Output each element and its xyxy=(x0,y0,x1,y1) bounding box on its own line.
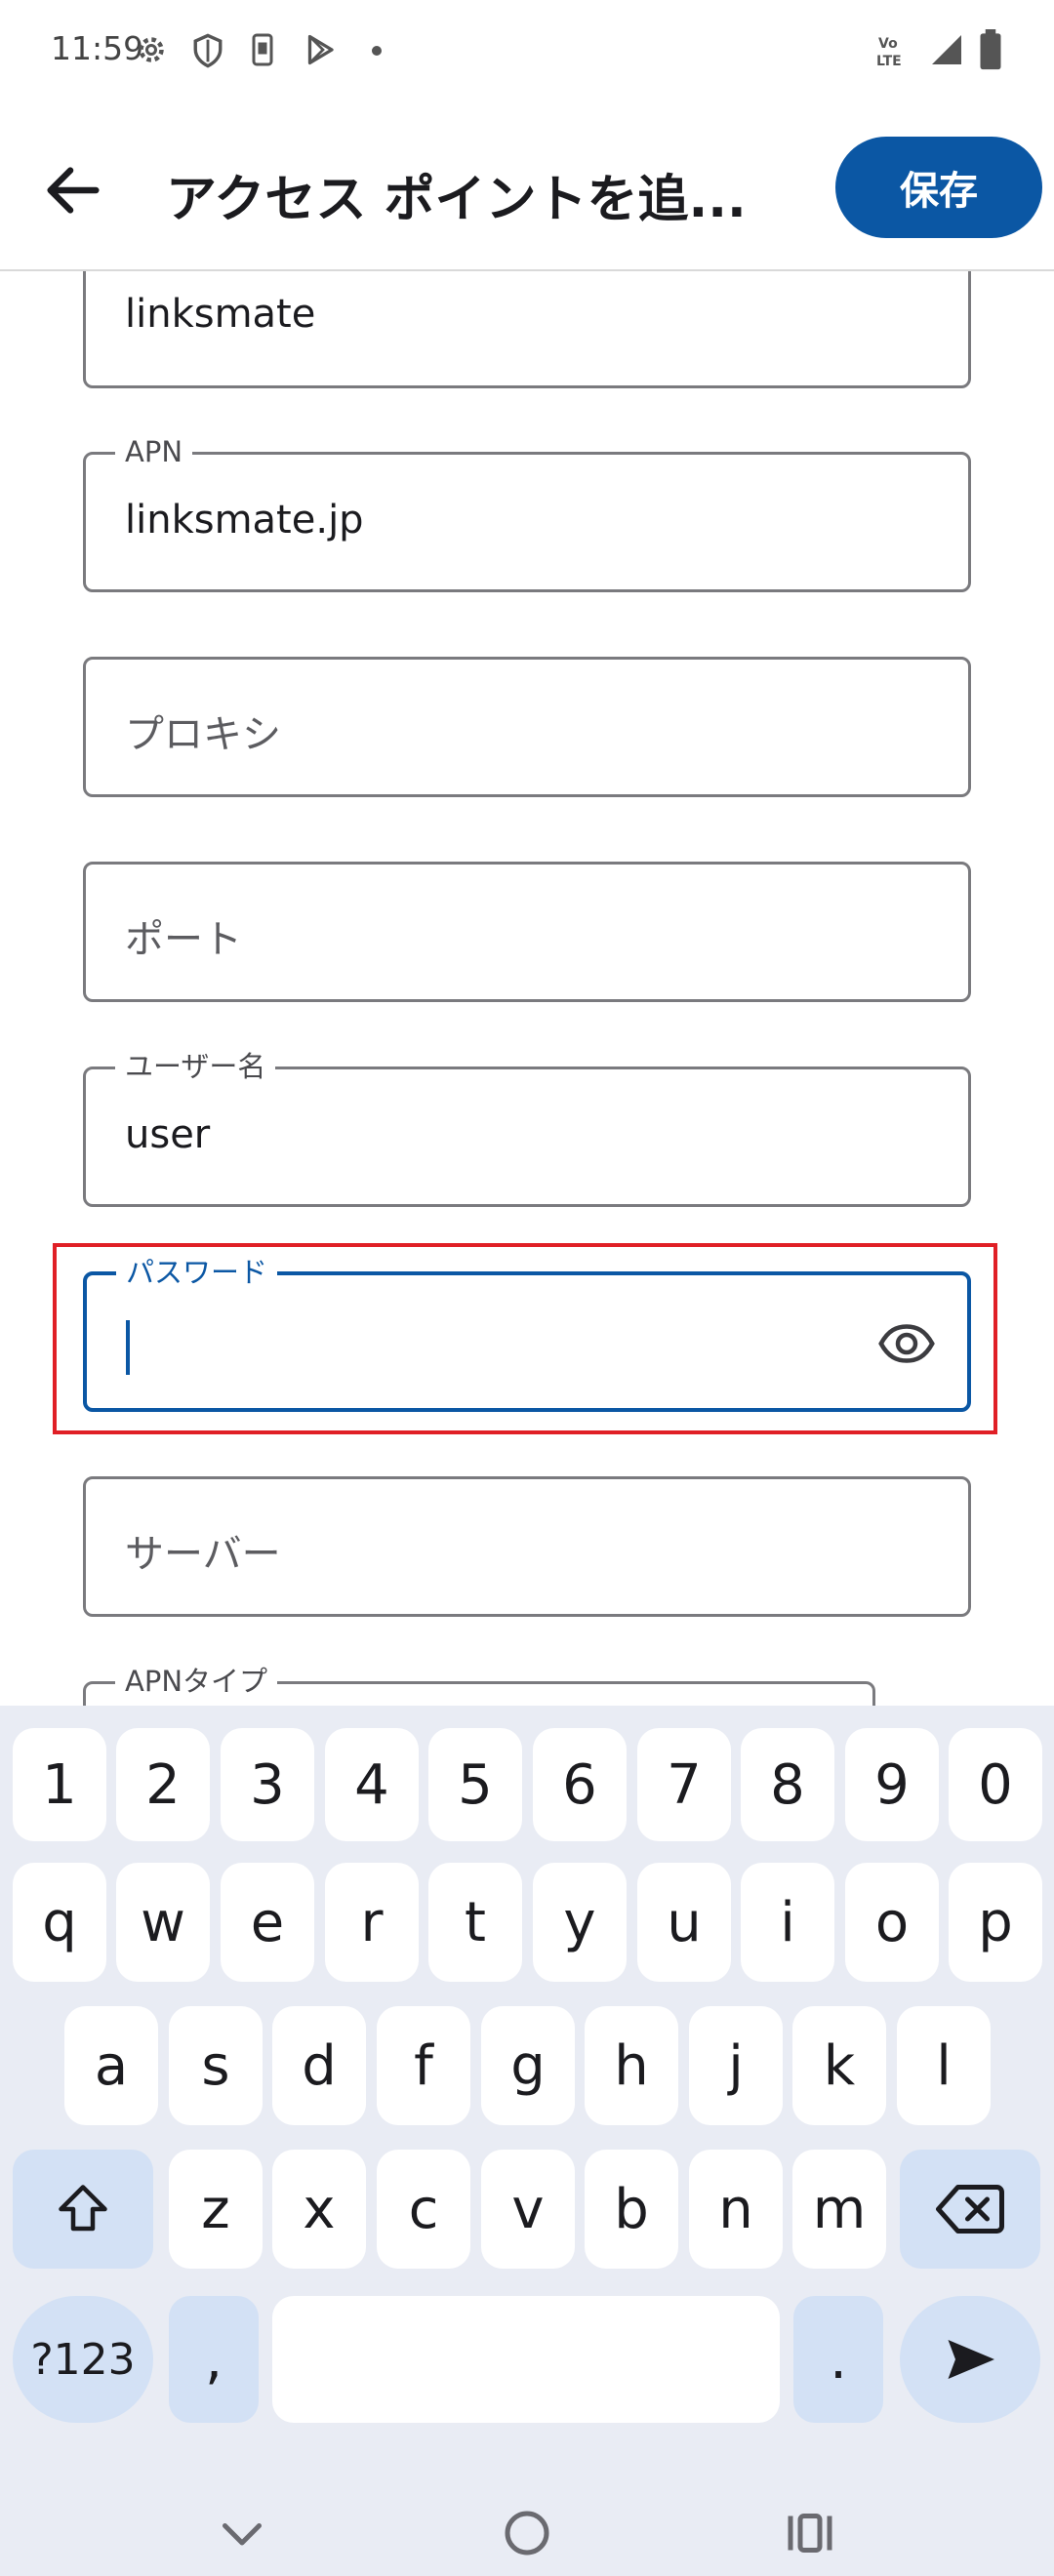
key-7[interactable]: 7 xyxy=(637,1728,731,1841)
key-0[interactable]: 0 xyxy=(949,1728,1042,1841)
key-5[interactable]: 5 xyxy=(428,1728,522,1841)
svg-text:Vo: Vo xyxy=(878,36,898,52)
send-icon xyxy=(948,2340,994,2379)
shield-icon xyxy=(193,33,223,68)
key-k[interactable]: k xyxy=(792,2006,886,2125)
key-r[interactable]: r xyxy=(325,1863,419,1982)
server-field-placeholder: サーバー xyxy=(125,1532,281,1577)
sim-icon xyxy=(252,33,273,66)
key-2[interactable]: 2 xyxy=(116,1728,210,1841)
chevron-down-icon[interactable] xyxy=(213,2504,271,2562)
recents-icon[interactable] xyxy=(781,2504,839,2562)
key-h[interactable]: h xyxy=(585,2006,678,2125)
comma-key[interactable]: , xyxy=(169,2296,259,2423)
key-n[interactable]: n xyxy=(689,2150,783,2269)
dot-icon xyxy=(372,46,382,56)
key-d[interactable]: d xyxy=(272,2006,366,2125)
proxy-field[interactable]: プロキシ xyxy=(83,657,971,797)
username-field-value: user xyxy=(125,1112,211,1157)
port-field[interactable]: ポート xyxy=(83,862,971,1002)
key-f[interactable]: f xyxy=(377,2006,470,2125)
send-key[interactable] xyxy=(900,2296,1040,2423)
key-m[interactable]: m xyxy=(792,2150,886,2269)
save-button[interactable]: 保存 xyxy=(835,137,1042,238)
server-field[interactable]: サーバー xyxy=(83,1476,971,1617)
password-field-highlight xyxy=(53,1243,997,1434)
page-title: アクセス ポイントを追... xyxy=(166,171,747,229)
key-o[interactable]: o xyxy=(845,1863,939,1982)
key-u[interactable]: u xyxy=(637,1863,731,1982)
key-w[interactable]: w xyxy=(116,1863,210,1982)
symbols-key[interactable]: ?123 xyxy=(13,2296,153,2423)
username-field-label: ユーザー名 xyxy=(115,1050,276,1083)
signal-icon xyxy=(932,35,961,64)
app-bar: アクセス ポイントを追... 保存 xyxy=(0,107,1054,271)
backspace-icon xyxy=(936,2185,1004,2234)
key-g[interactable]: g xyxy=(481,2006,575,2125)
key-8[interactable]: 8 xyxy=(741,1728,834,1841)
key-x[interactable]: x xyxy=(272,2150,366,2269)
key-c[interactable]: c xyxy=(377,2150,470,2269)
key-p[interactable]: p xyxy=(949,1863,1042,1982)
proxy-field-placeholder: プロキシ xyxy=(125,712,281,757)
key-3[interactable]: 3 xyxy=(221,1728,314,1841)
back-arrow-icon[interactable] xyxy=(39,156,107,224)
username-field[interactable]: ユーザー名 user xyxy=(83,1050,971,1207)
navigation-bar xyxy=(0,2490,1054,2576)
status-bar: 11:59 Vo LTE xyxy=(0,0,1054,107)
battery-icon xyxy=(980,29,1001,70)
key-t[interactable]: t xyxy=(428,1863,522,1982)
key-v[interactable]: v xyxy=(481,2150,575,2269)
svg-text:LTE: LTE xyxy=(876,54,902,69)
shift-key[interactable] xyxy=(13,2150,153,2269)
play-store-icon xyxy=(307,34,334,65)
key-a[interactable]: a xyxy=(64,2006,158,2125)
name-field-value: linksmate xyxy=(125,292,316,337)
apn-field[interactable]: APN linksmate.jp xyxy=(83,435,971,592)
key-y[interactable]: y xyxy=(533,1863,627,1982)
port-field-placeholder: ポート xyxy=(125,917,242,962)
key-b[interactable]: b xyxy=(585,2150,678,2269)
on-screen-keyboard: 1 2 3 4 5 6 7 8 9 0 q w e r t y u i o p … xyxy=(0,1706,1054,2490)
key-9[interactable]: 9 xyxy=(845,1728,939,1841)
apn-field-label: APN xyxy=(115,435,193,468)
home-circle-icon[interactable] xyxy=(498,2504,556,2562)
key-j[interactable]: j xyxy=(689,2006,783,2125)
gear-icon xyxy=(139,37,164,62)
space-key[interactable] xyxy=(272,2296,780,2423)
backspace-key[interactable] xyxy=(900,2150,1040,2269)
key-i[interactable]: i xyxy=(741,1863,834,1982)
status-time: 11:59 xyxy=(51,29,144,67)
key-z[interactable]: z xyxy=(169,2150,263,2269)
key-1[interactable]: 1 xyxy=(13,1728,106,1841)
apn-field-value: linksmate.jp xyxy=(125,498,364,543)
key-e[interactable]: e xyxy=(221,1863,314,1982)
key-6[interactable]: 6 xyxy=(533,1728,627,1841)
apn-form: linksmate APN linksmate.jp プロキシ ポート ユーザー… xyxy=(0,271,1054,1706)
key-l[interactable]: l xyxy=(897,2006,991,2125)
apn-type-field[interactable]: APNタイプ xyxy=(83,1665,875,1706)
key-q[interactable]: q xyxy=(13,1863,106,1982)
name-field[interactable]: linksmate xyxy=(83,271,971,388)
key-s[interactable]: s xyxy=(169,2006,263,2125)
key-4[interactable]: 4 xyxy=(325,1728,419,1841)
shift-arrow-icon xyxy=(59,2185,107,2232)
apn-type-field-label: APNタイプ xyxy=(115,1665,278,1698)
volte-icon: Vo LTE xyxy=(876,36,902,69)
period-key[interactable]: . xyxy=(793,2296,883,2423)
